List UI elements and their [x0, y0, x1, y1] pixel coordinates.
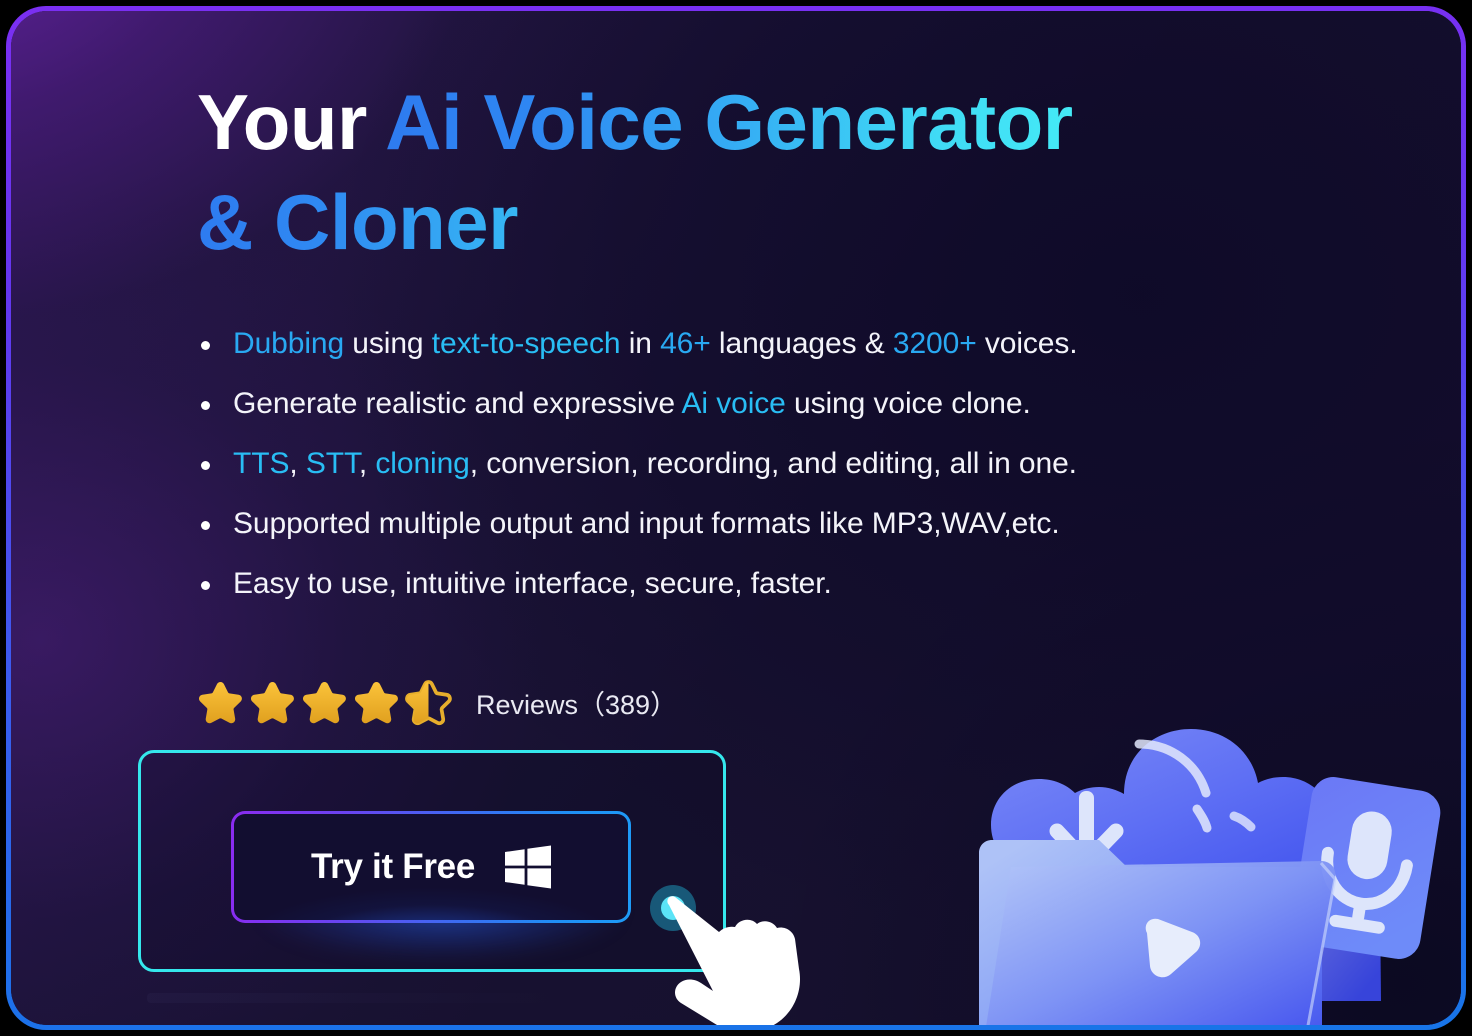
try-it-free-label: Try it Free	[311, 847, 475, 886]
feature-text-segment: 3200+	[892, 327, 977, 360]
app-frame-inner: Your Ai Voice Generator & Cloner Dubbing…	[11, 11, 1461, 1025]
feature-text-segment: ,	[358, 447, 376, 480]
star-full-icon	[354, 681, 398, 724]
feature-text-segment: , conversion, recording, and editing, al…	[469, 447, 1077, 480]
pointing-hand-cursor-icon	[667, 896, 800, 1025]
app-frame: Your Ai Voice Generator & Cloner Dubbing…	[6, 6, 1466, 1030]
reviews-row: Reviews（389）	[197, 679, 677, 726]
feature-text-segment: in	[620, 327, 661, 360]
feature-text-segment: using	[344, 327, 432, 360]
bullet-easy: Easy to use, intuitive interface, secure…	[197, 567, 1167, 601]
feature-text-segment: cloning	[375, 447, 470, 480]
page-title: Your Ai Voice Generator & Cloner	[197, 73, 1167, 273]
bullet-formats: Supported multiple output and input form…	[197, 507, 1167, 541]
feature-list: Dubbing using text-to-speech in 46+ lang…	[197, 327, 1167, 627]
screenshot-root: Your Ai Voice Generator & Cloner Dubbing…	[0, 0, 1472, 1036]
star-rating	[197, 679, 452, 726]
feature-text-segment: text-to-speech	[431, 327, 621, 360]
try-it-free-button-inner[interactable]: Try it Free	[234, 814, 628, 920]
feature-text-segment: voices.	[976, 327, 1078, 360]
feature-text-segment: Dubbing	[233, 327, 345, 360]
feature-text-segment: 46+	[660, 327, 711, 360]
try-it-free-button[interactable]: Try it Free	[231, 811, 631, 923]
page-title-plain: Your	[197, 78, 386, 166]
feature-text-segment: Generate realistic and expressive	[233, 387, 682, 420]
feature-text-segment: Easy to use, intuitive interface, secure…	[233, 567, 832, 600]
feature-text-segment: TTS	[233, 447, 290, 480]
feature-text-segment: languages &	[710, 327, 893, 360]
star-full-icon	[250, 681, 294, 724]
star-half-icon	[405, 680, 452, 726]
bullet-dubbing: Dubbing using text-to-speech in 46+ lang…	[197, 327, 1167, 361]
star-full-icon	[198, 681, 242, 724]
page-title-accent-2: & Cloner	[197, 177, 519, 266]
bullet-tts: TTS, STT, cloning, conversion, recording…	[197, 447, 1167, 481]
bullet-generate: Generate realistic and expressive Ai voi…	[197, 387, 1167, 421]
feature-text-segment: Ai voice	[681, 387, 786, 420]
reviews-label: Reviews（389）	[476, 690, 678, 720]
feature-text-segment: Supported multiple output and input form…	[233, 507, 1060, 540]
decorative-divider	[147, 993, 567, 1003]
feature-text-segment: ,	[289, 447, 306, 480]
page-title-line-1: Your Ai Voice Generator	[197, 73, 1167, 173]
windows-logo-icon	[505, 845, 551, 889]
feature-text-segment: STT	[305, 447, 359, 480]
feature-text-segment: using voice clone.	[785, 387, 1031, 420]
star-full-icon	[302, 681, 346, 724]
page-title-accent: Ai Voice Generator	[385, 78, 1073, 166]
page-title-line-2: & Cloner	[197, 173, 1167, 273]
